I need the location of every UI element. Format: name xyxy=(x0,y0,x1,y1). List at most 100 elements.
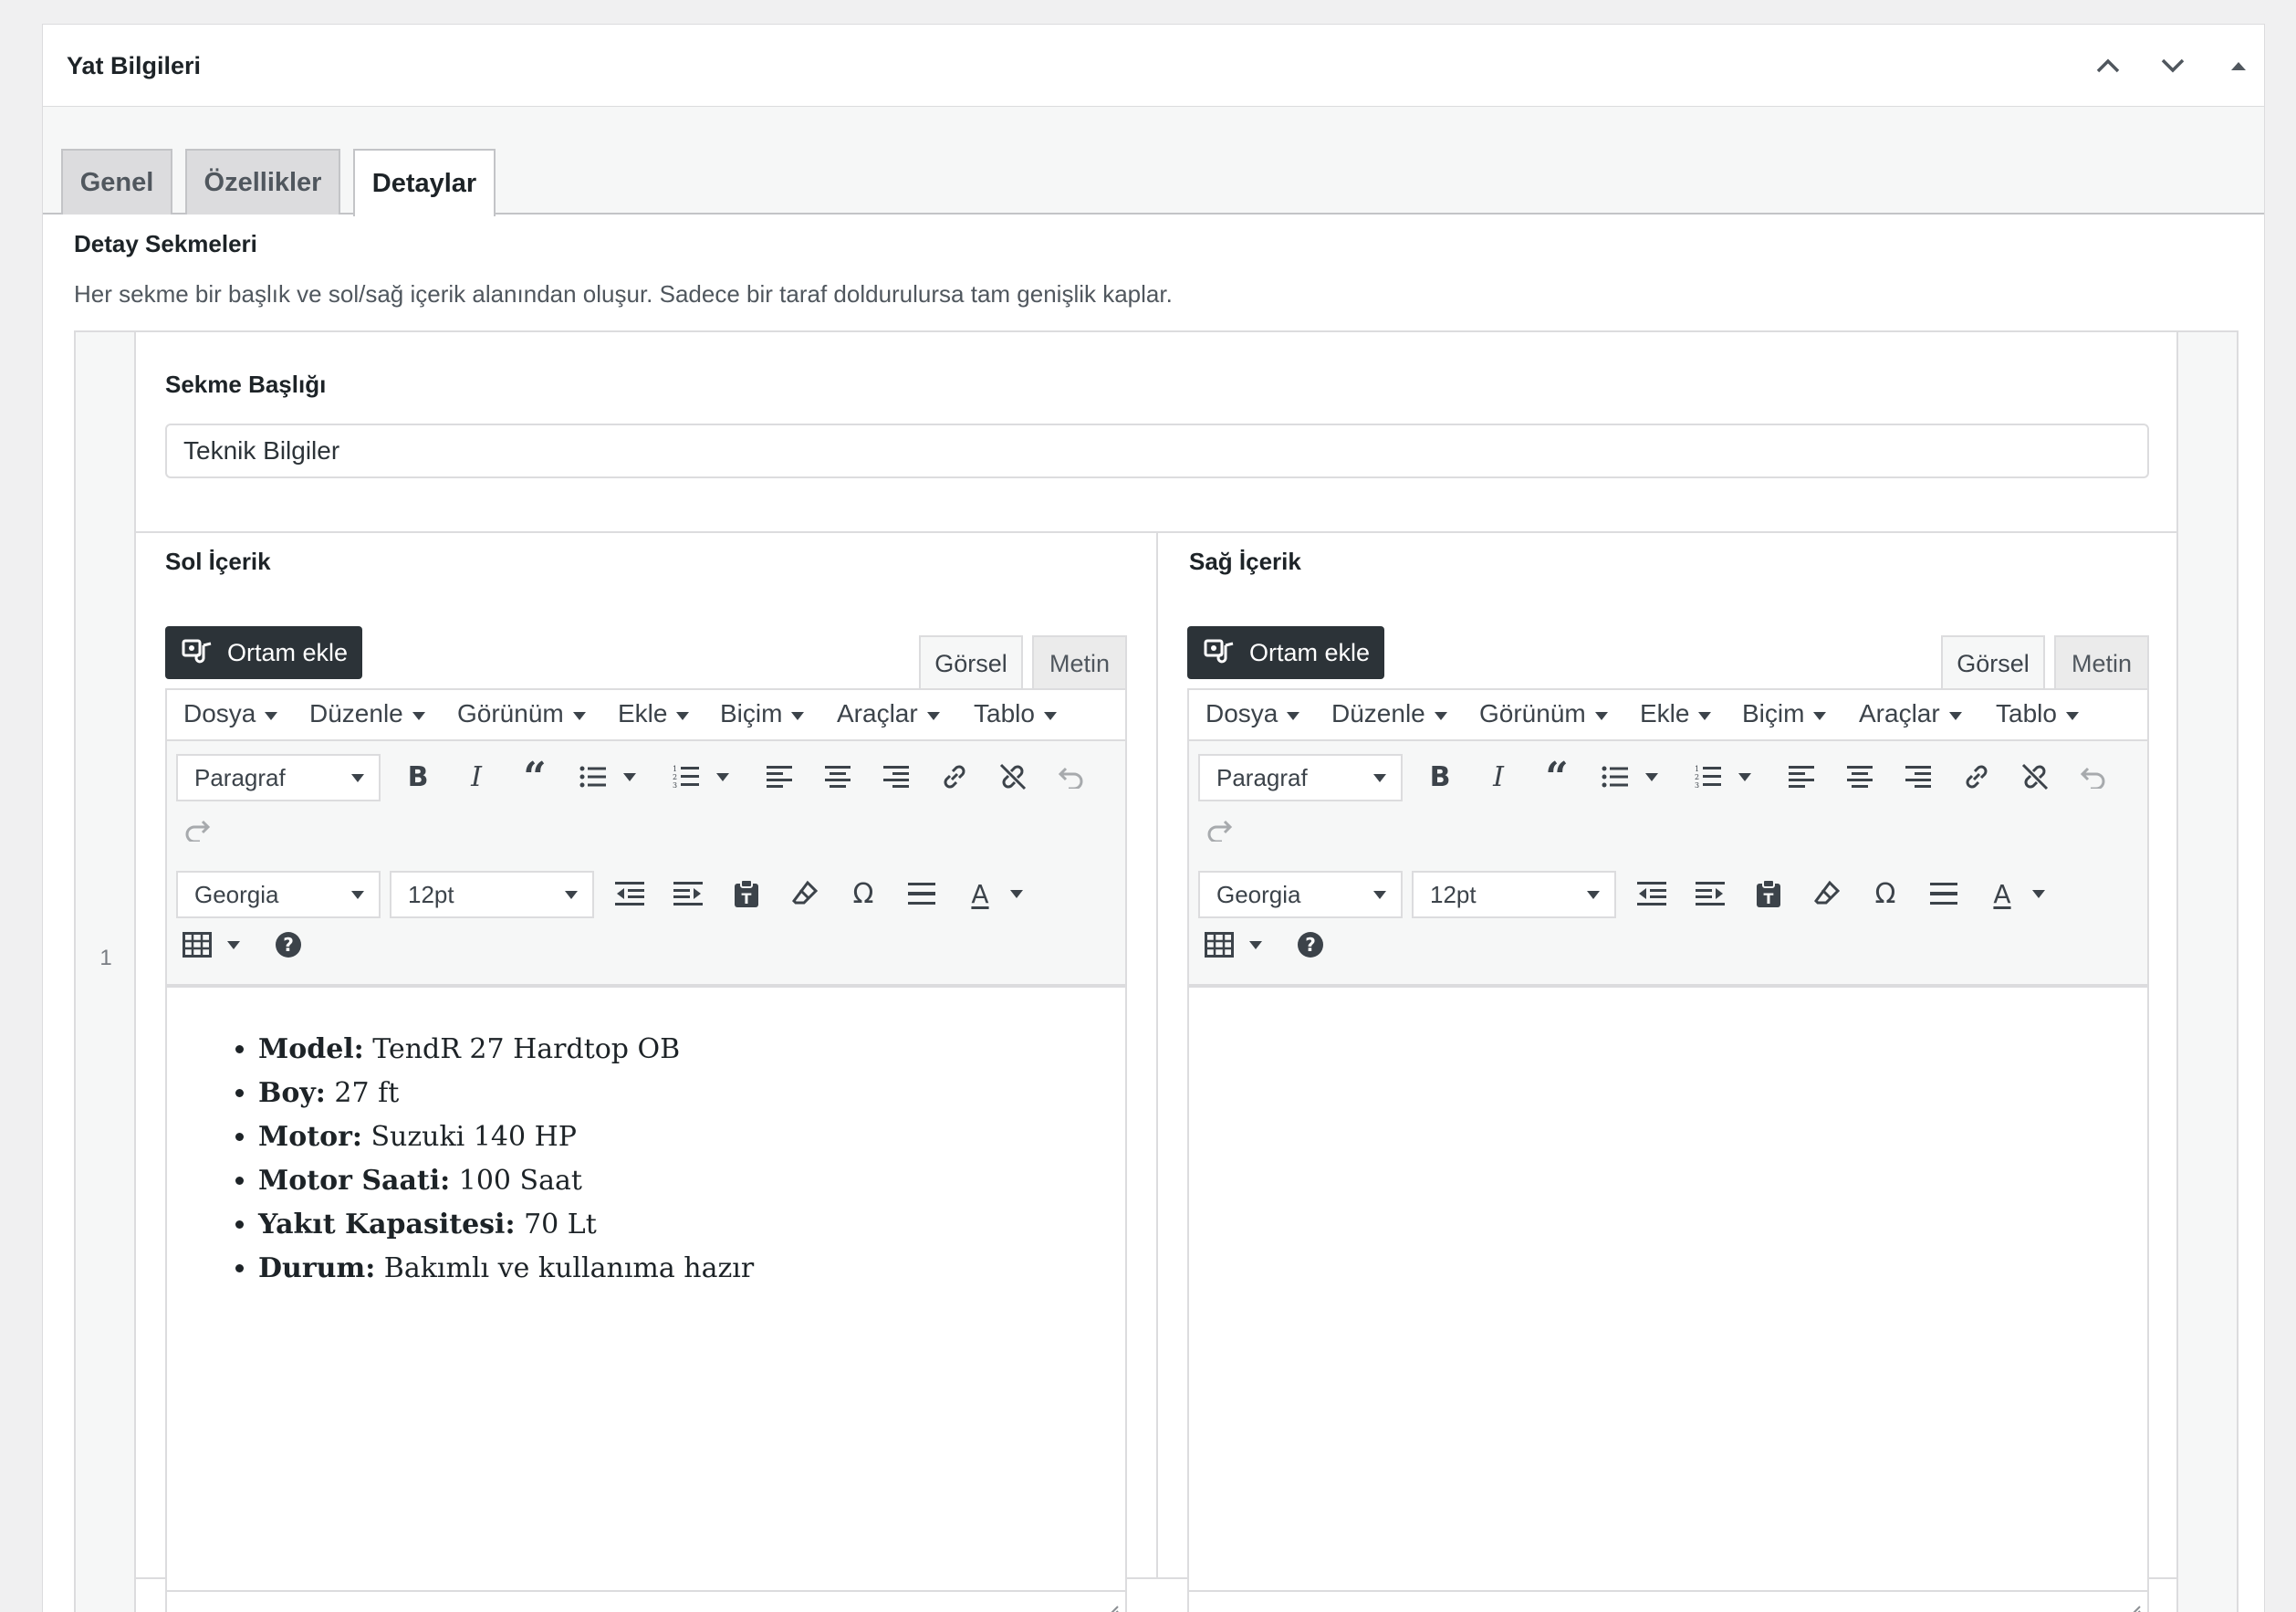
table-icon[interactable] xyxy=(176,924,218,966)
add-media-button[interactable]: Ortam ekle xyxy=(165,626,362,679)
redo-icon[interactable] xyxy=(1198,809,1240,851)
numbered-list-dropdown[interactable] xyxy=(716,770,729,783)
menu-ekle[interactable]: Ekle xyxy=(1640,699,1712,728)
table-dropdown[interactable] xyxy=(1249,938,1262,951)
bullet-list-icon[interactable] xyxy=(1594,756,1636,798)
tab-title-input[interactable] xyxy=(165,424,2149,478)
bold-icon[interactable]: B xyxy=(397,756,439,798)
move-up-icon[interactable] xyxy=(2087,45,2129,87)
format-select[interactable]: Paragraf xyxy=(176,754,381,801)
align-left-icon[interactable] xyxy=(1780,756,1822,798)
list-item: Motor: Suzuki 140 HP xyxy=(258,1115,1125,1159)
outdent-icon[interactable] xyxy=(1631,873,1673,915)
left-editor-content[interactable]: Model: TendR 27 Hardtop OB Boy: 27 ft Mo… xyxy=(167,988,1125,1572)
undo-icon[interactable] xyxy=(1050,756,1092,798)
tab-genel[interactable]: Genel xyxy=(61,149,172,215)
help-icon[interactable]: ? xyxy=(1289,924,1331,966)
resize-handle-icon[interactable] xyxy=(2124,1601,2142,1612)
add-media-label: Ortam ekle xyxy=(1249,638,1371,666)
menu-bicim[interactable]: Biçim xyxy=(720,699,805,728)
add-media-button[interactable]: Ortam ekle xyxy=(1187,626,1384,679)
font-family-select[interactable]: Georgia xyxy=(176,871,381,918)
numbered-list-icon[interactable]: 123 xyxy=(1687,756,1729,798)
bold-icon[interactable]: B xyxy=(1419,756,1461,798)
align-center-icon[interactable] xyxy=(1839,756,1881,798)
menu-araclar[interactable]: Araçlar xyxy=(837,699,940,728)
table-icon[interactable] xyxy=(1198,924,1240,966)
font-size-select[interactable]: 12pt xyxy=(1412,871,1616,918)
bullet-list-dropdown[interactable] xyxy=(623,770,636,783)
move-down-icon[interactable] xyxy=(2152,45,2194,87)
link-icon[interactable] xyxy=(934,756,976,798)
unlink-icon[interactable] xyxy=(2014,756,2056,798)
editor-toolbar: Paragraf B I “ 123 Georgia 12pt T Ω A ? xyxy=(167,741,1125,988)
paste-text-icon[interactable]: T xyxy=(725,873,767,915)
text-mode-tab[interactable]: Metin xyxy=(2054,635,2149,690)
undo-icon[interactable] xyxy=(2072,756,2114,798)
clear-formatting-icon[interactable] xyxy=(1806,873,1848,915)
media-icon xyxy=(1204,639,1234,664)
menu-gorunum[interactable]: Görünüm xyxy=(1479,699,1608,728)
blockquote-icon[interactable]: “ xyxy=(1536,754,1578,801)
row-actions[interactable] xyxy=(2176,332,2237,1612)
indent-icon[interactable] xyxy=(1689,873,1731,915)
media-icon xyxy=(182,639,212,664)
menu-bicim[interactable]: Biçim xyxy=(1742,699,1827,728)
align-center-icon[interactable] xyxy=(817,756,859,798)
special-character-icon[interactable]: Ω xyxy=(842,873,884,915)
resize-handle-icon[interactable] xyxy=(1101,1601,1120,1612)
table-dropdown[interactable] xyxy=(227,938,240,951)
numbered-list-icon[interactable]: 123 xyxy=(665,756,707,798)
align-right-icon[interactable] xyxy=(875,756,917,798)
unlink-icon[interactable] xyxy=(992,756,1034,798)
font-size-select[interactable]: 12pt xyxy=(390,871,594,918)
bullet-list-dropdown[interactable] xyxy=(1645,770,1658,783)
bullet-list-icon[interactable] xyxy=(572,756,614,798)
add-media-label: Ortam ekle xyxy=(227,638,349,666)
text-mode-tab[interactable]: Metin xyxy=(1032,635,1127,690)
postbox-title: Yat Bilgileri xyxy=(67,52,202,79)
text-color-icon[interactable]: A xyxy=(959,873,1001,915)
text-color-icon[interactable]: A xyxy=(1981,873,2023,915)
svg-text:T: T xyxy=(1764,890,1774,907)
postbox-yat-bilgileri: Yat Bilgileri Genel Özellikler Detaylar … xyxy=(42,24,2265,1612)
align-right-icon[interactable] xyxy=(1897,756,1939,798)
menu-dosya[interactable]: Dosya xyxy=(1205,699,1300,728)
format-select[interactable]: Paragraf xyxy=(1198,754,1403,801)
svg-text:2: 2 xyxy=(1695,773,1699,781)
menu-dosya[interactable]: Dosya xyxy=(183,699,278,728)
horizontal-rule-icon[interactable] xyxy=(901,873,943,915)
row-handle[interactable] xyxy=(76,332,136,1612)
numbered-list-dropdown[interactable] xyxy=(1738,770,1751,783)
visual-mode-tab[interactable]: Görsel xyxy=(919,635,1023,690)
clear-formatting-icon[interactable] xyxy=(784,873,826,915)
paste-text-icon[interactable]: T xyxy=(1748,873,1790,915)
menu-duzenle[interactable]: Düzenle xyxy=(1331,699,1447,728)
right-editor-content[interactable] xyxy=(1189,988,2147,1572)
italic-icon[interactable]: I xyxy=(455,756,497,798)
horizontal-rule-icon[interactable] xyxy=(1923,873,1965,915)
special-character-icon[interactable]: Ω xyxy=(1864,873,1906,915)
text-color-dropdown[interactable] xyxy=(1010,887,1023,900)
help-icon[interactable]: ? xyxy=(267,924,309,966)
align-left-icon[interactable] xyxy=(758,756,800,798)
menu-araclar[interactable]: Araçlar xyxy=(1859,699,1962,728)
font-family-select[interactable]: Georgia xyxy=(1198,871,1403,918)
italic-icon[interactable]: I xyxy=(1477,756,1519,798)
menu-ekle[interactable]: Ekle xyxy=(618,699,690,728)
link-icon[interactable] xyxy=(1956,756,1998,798)
tab-detaylar[interactable]: Detaylar xyxy=(353,149,496,216)
list-item: Durum: Bakımlı ve kullanıma hazır xyxy=(258,1247,1125,1291)
tab-ozellikler[interactable]: Özellikler xyxy=(185,149,340,215)
outdent-icon[interactable] xyxy=(609,873,651,915)
menu-tablo[interactable]: Tablo xyxy=(974,699,1057,728)
redo-icon[interactable] xyxy=(176,809,218,851)
menu-gorunum[interactable]: Görünüm xyxy=(457,699,586,728)
menu-duzenle[interactable]: Düzenle xyxy=(309,699,425,728)
menu-tablo[interactable]: Tablo xyxy=(1996,699,2079,728)
blockquote-icon[interactable]: “ xyxy=(514,754,556,801)
indent-icon[interactable] xyxy=(667,873,709,915)
visual-mode-tab[interactable]: Görsel xyxy=(1941,635,2045,690)
collapse-toggle-icon[interactable] xyxy=(2218,45,2259,87)
text-color-dropdown[interactable] xyxy=(2032,887,2045,900)
